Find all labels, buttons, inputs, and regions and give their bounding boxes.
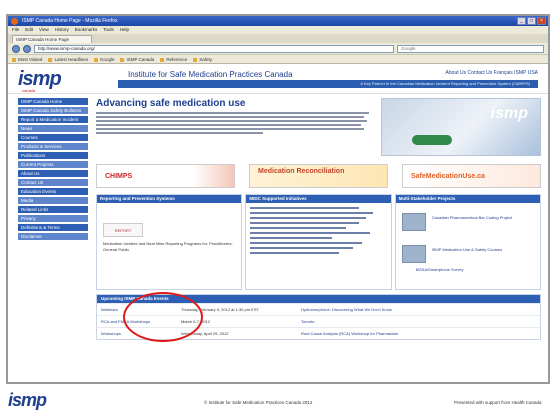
info-columns: Reporting and Prevention Systems REPORT … xyxy=(96,194,541,290)
forward-icon[interactable] xyxy=(23,44,31,53)
window-title: ISMP Canada Home Page - Mozilla Firefox xyxy=(22,18,118,24)
bookmark-item[interactable]: Google xyxy=(94,55,115,63)
sidebar-item[interactable]: About Us xyxy=(18,170,88,178)
hero-text: Advancing safe medication use xyxy=(96,98,381,158)
menu-bookmarks[interactable]: Bookmarks xyxy=(75,26,98,34)
red-highlight-circle xyxy=(123,292,203,342)
project-thumbnail[interactable] xyxy=(401,213,426,231)
project-link[interactable]: ISMP Medication Use & Safety Courses xyxy=(432,247,503,252)
institute-name: Institute for Safe Medication Practices … xyxy=(128,70,293,79)
bookmark-item[interactable]: Latest Headlines xyxy=(48,55,88,63)
bookmark-item[interactable]: Most Visited xyxy=(12,55,42,63)
column-header: Reporting and Prevention Systems xyxy=(97,195,242,203)
bookmark-item[interactable]: Safety xyxy=(193,55,212,63)
close-button[interactable]: × xyxy=(537,17,546,25)
hero-paragraph xyxy=(96,112,375,134)
sidebar-item[interactable]: Privacy xyxy=(18,215,88,223)
sidebar-item[interactable]: Definitions & Terms xyxy=(18,224,88,232)
reporting-column: Reporting and Prevention Systems REPORT … xyxy=(96,194,243,290)
pill-graphic xyxy=(412,135,452,145)
banner-row: CHIMPS Medication Reconciliation SafeMed… xyxy=(96,164,541,188)
footer-support: Presented with support from Health Canad… xyxy=(454,400,542,405)
bookmark-item[interactable]: Reference xyxy=(160,55,187,63)
sidebar-item[interactable]: Current Projects xyxy=(18,161,88,169)
project-link[interactable]: Canadian Pharmaceutical Bar Coding Proje… xyxy=(432,215,513,220)
column-header: MIDC Supported Initiatives xyxy=(246,195,391,203)
window-controls: _ □ × xyxy=(517,17,546,25)
logo-subtitle: canada xyxy=(22,88,36,93)
top-links[interactable]: About Us Contact Us Français ISMP USA xyxy=(446,70,538,76)
sidebar-item[interactable]: Courses xyxy=(18,134,88,142)
med-rec-banner[interactable]: Medication Reconciliation xyxy=(249,164,388,188)
menu-help[interactable]: Help xyxy=(120,26,129,34)
bookmark-item[interactable]: ISMP Canada xyxy=(120,55,154,63)
header-tagline: A Key Partner in the Canadian Medication… xyxy=(118,80,538,88)
slide-footer: ismp © Institute for Safe Medication Pra… xyxy=(0,388,556,417)
projects-column: Multi-Stakeholder Projects Canadian Phar… xyxy=(394,194,541,290)
bookmarks-toolbar: Most Visited Latest Headlines Google ISM… xyxy=(8,55,548,64)
browser-window: ISMP Canada Home Page - Mozilla Firefox … xyxy=(6,14,550,384)
menu-tools[interactable]: Tools xyxy=(103,26,114,34)
navigation-toolbar: http://www.ismp-canada.org/ Google xyxy=(8,43,548,55)
footer-ismp-logo: ismp xyxy=(8,390,47,410)
menu-edit[interactable]: Edit xyxy=(25,26,33,34)
sidebar-item[interactable]: Media xyxy=(18,197,88,205)
initiatives-list[interactable] xyxy=(246,203,390,258)
event-title[interactable]: Toronto xyxy=(301,319,536,324)
sidebar-item[interactable]: ISMP Canada Safety Bulletins xyxy=(18,107,88,115)
chimps-banner[interactable]: CHIMPS xyxy=(96,164,235,188)
menu-history[interactable]: History xyxy=(55,26,69,34)
hero-title: Advancing safe medication use xyxy=(96,98,246,109)
reporting-text[interactable]: Medication Incident and Near Miss Report… xyxy=(103,241,241,253)
sidebar-item[interactable]: Publications xyxy=(18,152,88,160)
sidebar-item[interactable]: Products & Services xyxy=(18,143,88,151)
sidebar-item[interactable]: News xyxy=(18,125,88,133)
sidebar-item[interactable]: Disclaimer xyxy=(18,233,88,241)
sidebar-item[interactable]: Contact Us xyxy=(18,179,88,187)
column-header: Multi-Stakeholder Projects xyxy=(395,195,540,203)
sidebar-item[interactable]: ISMP Canada Home xyxy=(18,98,88,106)
menu-view[interactable]: View xyxy=(39,26,49,34)
title-bar: ISMP Canada Home Page - Mozilla Firefox … xyxy=(8,16,548,26)
footer-copyright: © Institute for Safe Medication Practice… xyxy=(204,400,313,405)
search-input[interactable]: Google xyxy=(397,44,544,53)
event-title[interactable]: Hydromorphone: Discovering What We Don't… xyxy=(301,307,536,312)
event-date: Wednesday, April 25, 2012 xyxy=(181,331,229,336)
address-bar[interactable]: http://www.ismp-canada.org/ xyxy=(34,44,394,53)
firefox-icon xyxy=(11,18,18,25)
tab-bar: ISMP Canada Home Page xyxy=(8,34,548,43)
back-icon[interactable] xyxy=(12,44,20,53)
hero-image: ismp xyxy=(381,98,541,156)
project-thumbnail[interactable] xyxy=(401,245,426,263)
minimize-button[interactable]: _ xyxy=(517,17,526,25)
safemedicationuse-banner[interactable]: SafeMedicationUse.ca xyxy=(402,164,541,188)
project-link[interactable]: MSSA/Smartphone Survey xyxy=(416,267,464,272)
tab-ismp-home[interactable]: ISMP Canada Home Page xyxy=(12,35,92,43)
sidebar-nav: ISMP Canada Home ISMP Canada Safety Bull… xyxy=(18,98,88,242)
sidebar-item[interactable]: Education Events xyxy=(18,188,88,196)
maximize-button[interactable]: □ xyxy=(527,17,536,25)
web-page: ismp canada Institute for Safe Medicatio… xyxy=(8,64,548,382)
menu-file[interactable]: File xyxy=(12,26,19,34)
event-title[interactable]: Root Cause Analysis (RCA) Workshop for P… xyxy=(301,331,536,336)
menu-bar: File Edit View History Bookmarks Tools H… xyxy=(8,26,548,34)
hero-section: Advancing safe medication use ismp xyxy=(96,98,541,158)
sidebar-item[interactable]: Related Links xyxy=(18,206,88,214)
site-header: ismp canada Institute for Safe Medicatio… xyxy=(8,64,548,94)
report-box[interactable]: REPORT xyxy=(103,223,143,237)
hero-ismp-logo: ismp xyxy=(490,105,528,122)
sidebar-item[interactable]: Report a Medication Incident xyxy=(18,116,88,124)
initiatives-column: MIDC Supported Initiatives xyxy=(245,194,392,290)
